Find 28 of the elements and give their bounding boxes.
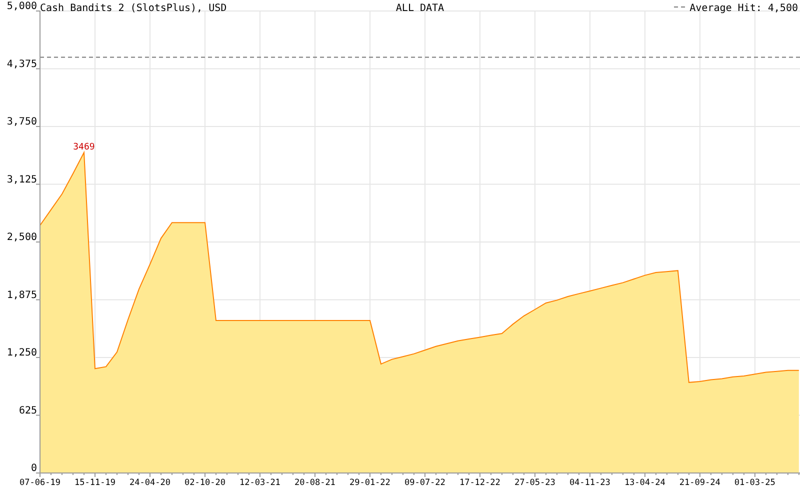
- y-tick-label: 625: [18, 405, 37, 416]
- y-tick-label: 3,750: [6, 116, 37, 128]
- x-tick-label: 12-03-21: [240, 478, 280, 488]
- y-tick-label: 2,500: [6, 232, 37, 243]
- y-tick-label: 1,250: [6, 348, 37, 358]
- x-tick-label: 15-11-19: [74, 478, 116, 488]
- chart-title: Cash Bandits 2 (SlotsPlus), USD: [40, 3, 227, 14]
- x-tick-label: 17-12-22: [459, 478, 500, 488]
- y-tick-label: 4,375: [6, 58, 37, 70]
- y-tick-label: 5,000: [6, 1, 37, 12]
- x-tick-label: 20-08-21: [294, 478, 336, 488]
- x-tick-label: 29-01-22: [349, 478, 390, 488]
- y-tick-label: 0: [30, 463, 37, 474]
- y-tick-label: 3,125: [6, 174, 37, 186]
- chart-subtitle: ALL DATA: [396, 3, 444, 14]
- x-tick-label: 21-09-24: [679, 478, 720, 488]
- legend-label: Average Hit: 4,500: [690, 3, 798, 14]
- x-tick-label: 01-03-25: [734, 478, 776, 488]
- x-tick-label: 27-05-23: [514, 478, 556, 488]
- x-tick-label: 07-06-19: [20, 478, 60, 488]
- x-tick-label: 13-04-24: [624, 478, 666, 488]
- legend-dash-icon: [674, 6, 686, 8]
- x-tick-label: 09-07-22: [404, 478, 446, 488]
- x-tick-label: 02-10-20: [184, 478, 226, 488]
- x-tick-label: 04-11-23: [569, 478, 610, 488]
- y-tick-label: 1,875: [6, 290, 37, 301]
- peak-label: 3469: [73, 142, 95, 152]
- x-tick-label: 24-04-20: [130, 478, 170, 488]
